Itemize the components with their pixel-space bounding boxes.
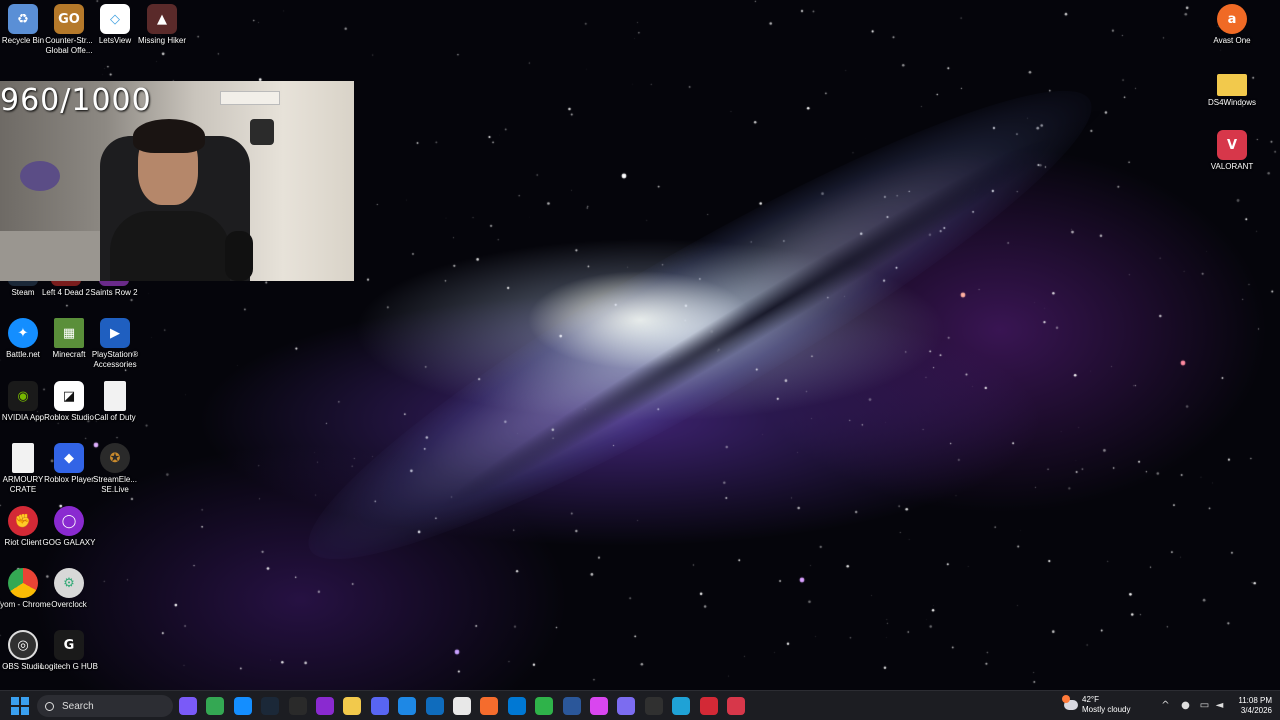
- mail-icon[interactable]: [398, 697, 416, 715]
- desktop-icon-label: Call of Duty: [94, 413, 136, 422]
- weather-cloud-icon: [1062, 695, 1078, 710]
- discord-icon[interactable]: [371, 697, 389, 715]
- recycle-bin-icon: ♻: [8, 4, 38, 34]
- desktop-icon-logitech-g-hub[interactable]: G Logitech G HUB: [40, 630, 98, 672]
- search-icon: [45, 701, 54, 711]
- outlook-icon[interactable]: [426, 697, 444, 715]
- letsview-icon: ◇: [100, 4, 130, 34]
- desktop-icon-label: Logitech G HUB: [40, 662, 98, 671]
- desktop-icon-label: VALORANT: [1210, 162, 1254, 171]
- desktop-icon-call-of-duty[interactable]: Call of Duty: [86, 381, 144, 423]
- viewer-count-overlay: 960/1000: [0, 83, 152, 118]
- word-icon[interactable]: [563, 697, 581, 715]
- chrome-icon[interactable]: [206, 697, 224, 715]
- vscode-icon[interactable]: [508, 697, 526, 715]
- store-icon[interactable]: [453, 697, 471, 715]
- battlenet-icon[interactable]: [234, 697, 252, 715]
- desktop-icon-streamelements[interactable]: ✪ StreamEle... SE.Live: [86, 443, 144, 495]
- origin-icon[interactable]: [480, 697, 498, 715]
- file-explorer-icon[interactable]: [343, 697, 361, 715]
- xbox-icon[interactable]: [535, 697, 553, 715]
- desktop-icon-avast-one[interactable]: a Avast One: [1203, 4, 1261, 46]
- clock-date: 3/4/2026: [1240, 706, 1272, 715]
- obs-icon[interactable]: [645, 697, 663, 715]
- desktop-icon-playstation-accessories[interactable]: ▶ PlayStation® Accessories: [86, 318, 144, 370]
- music-icon[interactable]: [590, 697, 608, 715]
- desktop-icon-valorant[interactable]: V VALORANT: [1203, 130, 1261, 172]
- obs-icon: ◎: [8, 630, 38, 660]
- logitech-icon: G: [54, 630, 84, 660]
- epic-games-icon[interactable]: [289, 697, 307, 715]
- riot-icon[interactable]: [700, 697, 718, 715]
- desktop-icon-label: Avast One: [1213, 36, 1251, 45]
- webcam-speaker: [250, 119, 274, 145]
- webcam-person-shirt: [110, 211, 230, 281]
- chrome-icon: [8, 568, 38, 598]
- webcam-lamp: [20, 161, 60, 191]
- avast-icon: a: [1217, 4, 1247, 34]
- webcam-person-hair: [133, 119, 205, 153]
- valorant-icon[interactable]: [727, 697, 745, 715]
- battlenet-icon: ✦: [8, 318, 38, 348]
- desktop-icon-gog-galaxy[interactable]: ◯ GOG GALAXY: [40, 506, 98, 548]
- desktop-icon-label: PlayStation® Accessories: [91, 350, 139, 369]
- roblox-icon: ◆: [54, 443, 84, 473]
- clock-time: 11:08 PM: [1238, 696, 1272, 705]
- folder-icon: [1217, 74, 1247, 96]
- playstation-icon: ▶: [100, 318, 130, 348]
- webcam-microphone: [225, 231, 253, 281]
- nvidia-icon: ◉: [8, 381, 38, 411]
- desktop-icon-label: Overclock: [51, 600, 87, 609]
- roblox-studio-icon: ◪: [54, 381, 84, 411]
- weather-widget[interactable]: 42°F Mostly cloudy: [1062, 695, 1131, 715]
- network-icon[interactable]: ▭: [1199, 700, 1210, 711]
- desktop-icon-missing-hiker[interactable]: ▲ Missing Hiker: [133, 4, 191, 46]
- gog-icon[interactable]: [316, 697, 334, 715]
- taskbar-search[interactable]: Search: [37, 695, 173, 717]
- minecraft-icon: ▦: [54, 318, 84, 348]
- document-icon: [104, 381, 126, 411]
- weather-condition: Mostly cloudy: [1082, 705, 1131, 714]
- streamelements-icon: ✪: [100, 443, 130, 473]
- steam-icon[interactable]: [261, 697, 279, 715]
- windows-logo-icon: [11, 697, 19, 705]
- search-label: Search: [62, 700, 94, 712]
- gamepad-icon[interactable]: [617, 697, 635, 715]
- document-icon: [12, 443, 34, 473]
- riot-icon: ✊: [8, 506, 38, 536]
- desktop-icon-ds4windows[interactable]: DS4Windows: [1203, 68, 1261, 108]
- desktop-icon-label: DS4Windows: [1207, 98, 1256, 107]
- desktop-icon-label: Missing Hiker: [137, 36, 186, 45]
- start-button[interactable]: [11, 697, 29, 715]
- volume-icon[interactable]: ◄: [1214, 700, 1225, 711]
- csgo-icon: GO: [54, 4, 84, 34]
- desktop-icon-label: StreamEle... SE.Live: [92, 475, 137, 494]
- chevron-up-icon[interactable]: ^: [1160, 700, 1171, 711]
- microphone-icon[interactable]: ●: [1180, 700, 1191, 711]
- desktop-icon-label: Left 4 Dead 2: [41, 288, 91, 297]
- copilot-icon[interactable]: [179, 697, 197, 715]
- desktop-icon-label: GOG GALAXY: [42, 538, 96, 547]
- desktop-icon-overclock[interactable]: ⚙ Overclock: [40, 568, 98, 610]
- desktop-icon-label: Saints Row 2: [90, 288, 138, 297]
- valorant-icon: V: [1217, 130, 1247, 160]
- gog-icon: ◯: [54, 506, 84, 536]
- overclock-icon: ⚙: [54, 568, 84, 598]
- taskbar-clock[interactable]: 11:08 PM 3/4/2026: [1230, 696, 1272, 716]
- weather-temperature: 42°F: [1082, 695, 1099, 704]
- missing-hiker-icon: ▲: [147, 4, 177, 34]
- edge-icon[interactable]: [672, 697, 690, 715]
- taskbar: Search 42°F Mostly cloudy ^ ● ▭ ◄ 11:08 …: [0, 690, 1280, 720]
- webcam-wall-frame: [220, 91, 280, 105]
